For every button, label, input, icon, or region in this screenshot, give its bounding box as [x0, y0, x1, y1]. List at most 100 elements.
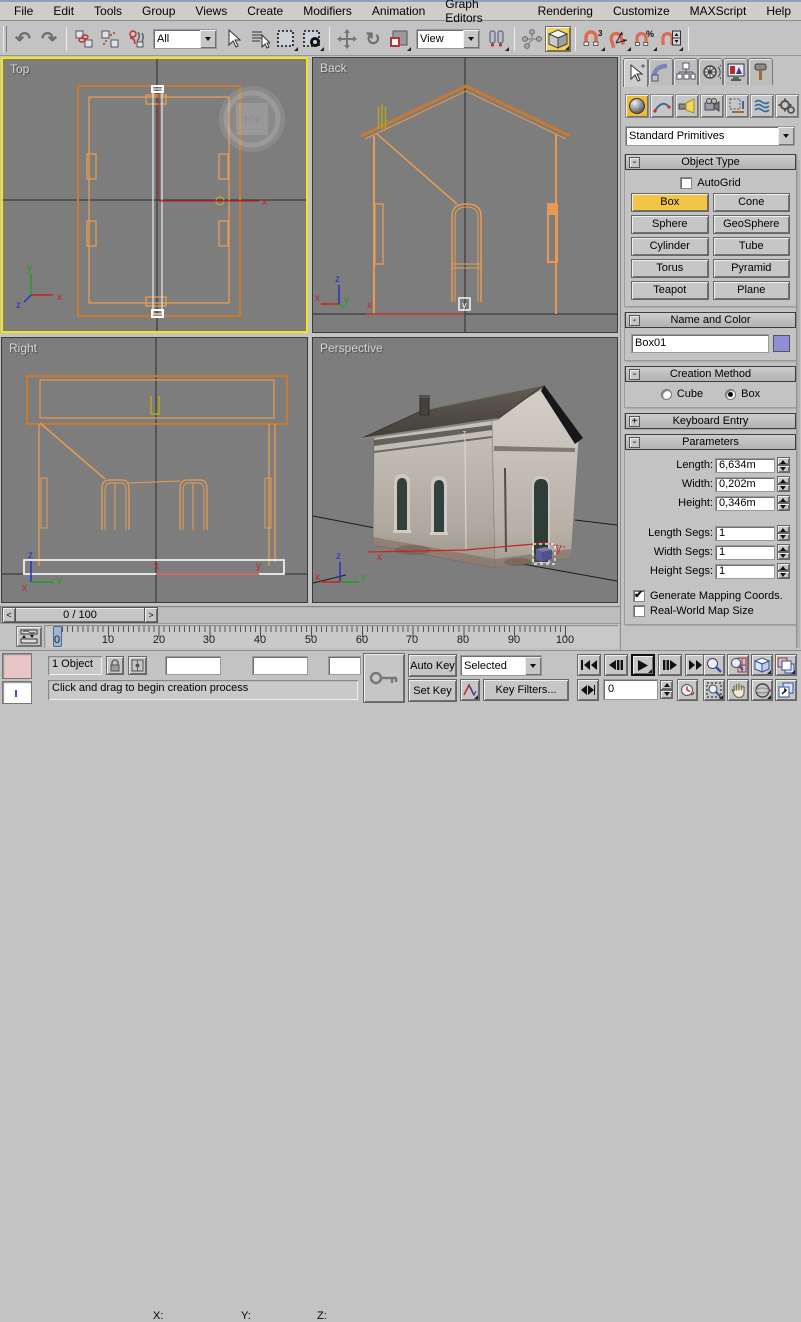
- set-key-button[interactable]: Set Key: [408, 679, 457, 702]
- autogrid-checkbox[interactable]: [680, 177, 692, 189]
- geosphere-button[interactable]: GeoSphere: [713, 215, 791, 234]
- prev-frame-arrow[interactable]: <: [2, 607, 16, 623]
- viewport-right[interactable]: x y z y x Right: [1, 337, 308, 603]
- snap-3d-icon[interactable]: 3: [580, 26, 606, 52]
- region-zoom-icon[interactable]: [703, 679, 725, 701]
- menu-edit[interactable]: Edit: [43, 3, 84, 20]
- category-cameras-icon[interactable]: [700, 94, 724, 118]
- collapse-icon[interactable]: -: [629, 369, 640, 380]
- collapse-icon[interactable]: -: [629, 157, 640, 168]
- current-frame-field[interactable]: 0: [603, 679, 658, 700]
- frame-spinner[interactable]: [660, 680, 673, 699]
- back-viewport-canvas[interactable]: y x z x y: [313, 58, 617, 332]
- dropdown-arrow-icon[interactable]: [463, 30, 479, 48]
- tab-display[interactable]: [723, 58, 748, 85]
- menu-group[interactable]: Group: [132, 3, 185, 20]
- selection-set-dropdown[interactable]: Selected: [460, 655, 542, 676]
- name-color-header[interactable]: - Name and Color: [625, 312, 796, 328]
- length-field[interactable]: 6,634m: [715, 458, 775, 473]
- menu-rendering[interactable]: Rendering: [528, 3, 603, 20]
- select-and-link-icon[interactable]: [71, 26, 97, 52]
- width-field[interactable]: 0,202m: [715, 477, 775, 492]
- tab-modify[interactable]: [648, 58, 673, 85]
- next-frame-icon[interactable]: [658, 654, 682, 676]
- y-coordinate-field[interactable]: [252, 656, 308, 675]
- previous-frame-icon[interactable]: [604, 654, 628, 676]
- perspective-viewport-canvas[interactable]: z x y z x y: [313, 338, 617, 602]
- height-segs-spinner[interactable]: [777, 563, 790, 579]
- maximize-viewport-toggle-icon[interactable]: [775, 679, 797, 701]
- torus-button[interactable]: Torus: [631, 259, 709, 278]
- plane-button[interactable]: Plane: [713, 281, 791, 300]
- angle-snap-icon[interactable]: [606, 26, 632, 52]
- play-animation-icon[interactable]: [631, 654, 655, 676]
- select-and-move-icon[interactable]: [334, 26, 360, 52]
- select-and-manipulate-icon[interactable]: [519, 26, 545, 52]
- menu-customize[interactable]: Customize: [603, 3, 680, 20]
- tab-utilities[interactable]: [748, 58, 773, 85]
- width-segs-field[interactable]: 1: [715, 545, 775, 560]
- expand-icon[interactable]: +: [629, 416, 640, 427]
- toolbar-grip[interactable]: [3, 26, 7, 52]
- parameters-header[interactable]: - Parameters: [625, 434, 796, 450]
- menu-help[interactable]: Help: [756, 3, 801, 20]
- tab-motion[interactable]: [698, 58, 723, 85]
- mini-curve-editor-icon[interactable]: [16, 626, 42, 647]
- cylinder-button[interactable]: Cylinder: [631, 237, 709, 256]
- cone-button[interactable]: Cone: [713, 193, 791, 212]
- collapse-icon[interactable]: -: [629, 437, 640, 448]
- selection-lock-icon[interactable]: [106, 656, 124, 675]
- menu-views[interactable]: Views: [185, 3, 237, 20]
- window-crossing-icon[interactable]: [299, 26, 325, 52]
- cube-radio[interactable]: [661, 389, 672, 400]
- menu-animation[interactable]: Animation: [362, 3, 435, 20]
- tab-hierarchy[interactable]: [673, 58, 698, 85]
- viewport-top[interactable]: x y x z TOP Top: [1, 57, 308, 333]
- height-segs-field[interactable]: 1: [715, 564, 775, 579]
- maxscript-listener-pane[interactable]: [2, 681, 32, 704]
- tube-button[interactable]: Tube: [713, 237, 791, 256]
- height-field[interactable]: 0,346m: [715, 496, 775, 511]
- length-segs-spinner[interactable]: [777, 525, 790, 541]
- box-radio[interactable]: [725, 389, 736, 400]
- top-viewport-canvas[interactable]: x y x z TOP: [3, 59, 306, 331]
- sphere-button[interactable]: Sphere: [631, 215, 709, 234]
- pyramid-button[interactable]: Pyramid: [713, 259, 791, 278]
- category-helpers-icon[interactable]: [725, 94, 749, 118]
- width-segs-spinner[interactable]: [777, 544, 790, 560]
- panel-scrollbar[interactable]: [796, 160, 800, 648]
- select-by-name-icon[interactable]: [247, 26, 273, 52]
- key-mode-toggle-icon[interactable]: [577, 679, 599, 701]
- width-spinner[interactable]: [777, 476, 790, 492]
- category-lights-icon[interactable]: [675, 94, 699, 118]
- category-systems-icon[interactable]: [775, 94, 799, 118]
- bind-to-spacewarp-icon[interactable]: [123, 26, 149, 52]
- pan-hand-icon[interactable]: [727, 679, 749, 701]
- subcategory-dropdown[interactable]: Standard Primitives: [625, 126, 795, 146]
- use-pivot-center-icon[interactable]: [484, 26, 510, 52]
- keyboard-entry-header[interactable]: + Keyboard Entry: [625, 413, 796, 429]
- next-frame-arrow[interactable]: >: [144, 607, 158, 623]
- length-spinner[interactable]: [777, 457, 790, 473]
- menu-tools[interactable]: Tools: [84, 3, 132, 20]
- percent-snap-icon[interactable]: %: [632, 26, 658, 52]
- menu-maxscript[interactable]: MAXScript: [680, 3, 757, 20]
- right-viewport-canvas[interactable]: x y z y x: [2, 338, 307, 602]
- x-coordinate-field[interactable]: [165, 656, 221, 675]
- selection-filter-dropdown[interactable]: All: [153, 29, 217, 49]
- object-type-header[interactable]: - Object Type: [625, 154, 796, 170]
- unlink-selection-icon[interactable]: [97, 26, 123, 52]
- tab-create[interactable]: [623, 58, 648, 87]
- viewport-perspective[interactable]: z x y z x y Perspecti: [312, 337, 618, 603]
- redo-icon[interactable]: ↷: [36, 26, 62, 52]
- dropdown-arrow-icon[interactable]: [778, 127, 794, 145]
- real-world-checkbox[interactable]: [633, 605, 645, 617]
- zoom-extents-icon[interactable]: [751, 654, 773, 676]
- dropdown-arrow-icon[interactable]: [525, 657, 541, 675]
- object-color-swatch[interactable]: [773, 335, 790, 352]
- time-slider[interactable]: < 0 / 100 >: [2, 607, 158, 623]
- select-and-rotate-icon[interactable]: ↻: [360, 26, 386, 52]
- track-bar-ruler[interactable]: 0 10 20 30 40 50 60 70 80 90 100: [44, 625, 618, 648]
- spinner-snap-icon[interactable]: [658, 26, 684, 52]
- set-keys-icon[interactable]: [363, 653, 405, 703]
